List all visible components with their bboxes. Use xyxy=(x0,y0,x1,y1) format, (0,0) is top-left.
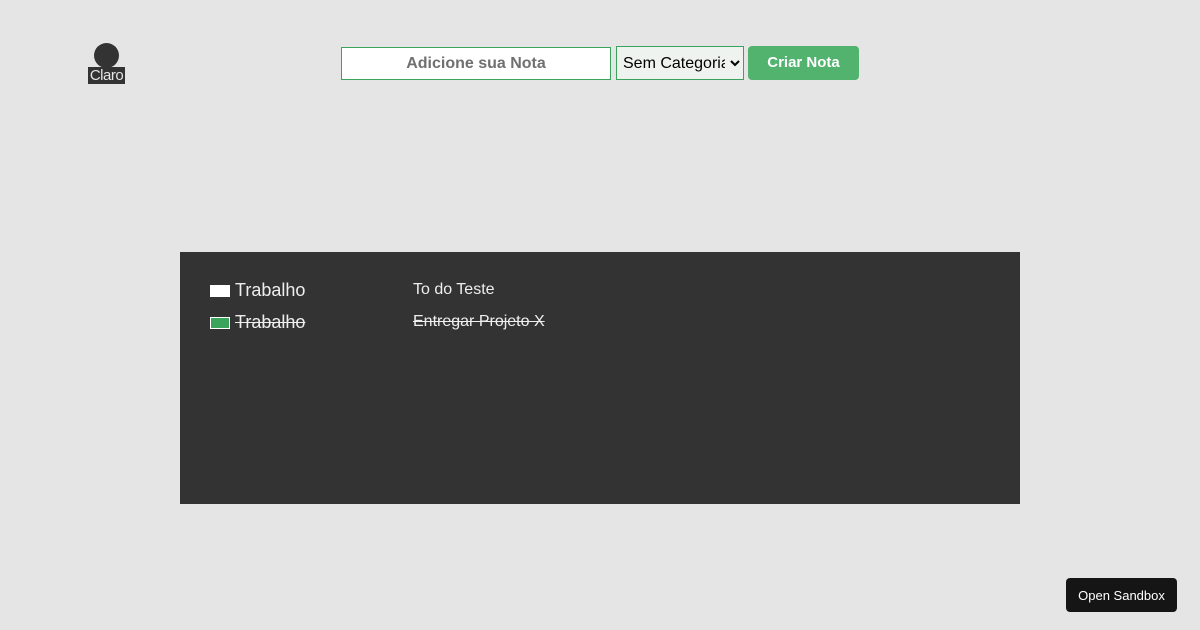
page: Claro Sem Categoria Criar Nota Trabalho … xyxy=(0,0,1200,630)
create-note-button[interactable]: Criar Nota xyxy=(748,46,859,80)
note-item[interactable]: Trabalho To do Teste xyxy=(210,278,1010,302)
theme-toggle-label: Claro xyxy=(88,67,125,84)
note-category: Trabalho xyxy=(235,280,306,300)
open-sandbox-button[interactable]: Open Sandbox xyxy=(1066,578,1177,612)
category-select[interactable]: Sem Categoria xyxy=(616,46,744,80)
note-category: Trabalho xyxy=(235,312,306,332)
theme-toggle[interactable]: Claro xyxy=(88,43,125,84)
note-item[interactable]: Trabalho Entregar Projeto X xyxy=(210,310,1010,334)
theme-circle-icon xyxy=(94,43,119,68)
category-color-swatch xyxy=(210,285,230,297)
note-text: Entregar Projeto X xyxy=(413,313,545,330)
note-input[interactable] xyxy=(341,47,611,80)
category-color-swatch xyxy=(210,317,230,329)
note-text: To do Teste xyxy=(413,281,495,298)
notes-panel: Trabalho To do Teste Trabalho Entregar P… xyxy=(180,252,1020,504)
